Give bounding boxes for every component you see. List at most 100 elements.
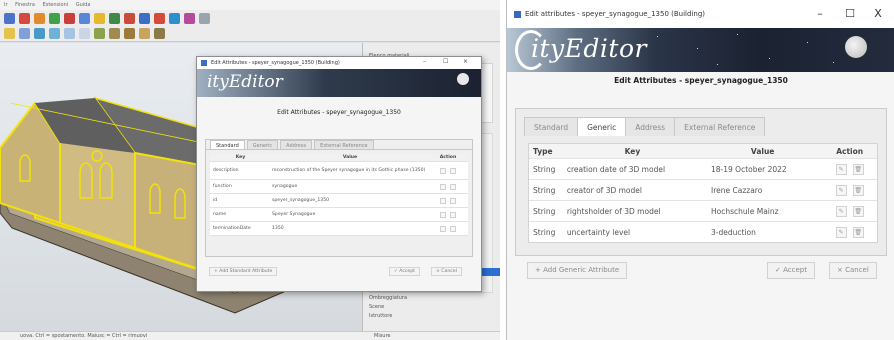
table-row[interactable]: String creation date of 3D model 18-19 O… [529,158,877,179]
hidden-line-icon[interactable] [124,28,135,39]
close-button[interactable]: X [871,7,885,20]
cancel-button[interactable]: × Cancel [431,267,462,276]
table-row[interactable]: id speyer_synagogue_1350 [210,194,468,208]
edit-icon[interactable]: ✎ [835,163,847,175]
row-actions [428,197,468,204]
table-row[interactable]: String rightsholder of 3D model Hochschu… [529,200,877,221]
delete-icon[interactable] [450,183,456,190]
tab-address[interactable]: Address [280,140,313,149]
wireframe-icon[interactable] [109,28,120,39]
left-view-icon[interactable] [79,28,90,39]
select-tool-icon[interactable] [4,12,15,24]
delete-icon[interactable] [450,225,456,232]
edit-icon[interactable] [440,183,446,190]
minimize-button[interactable]: – [813,7,827,20]
tab-external-reference[interactable]: External Reference [674,117,766,136]
row-key: function [213,184,232,189]
orbit-tool-icon[interactable] [169,12,180,24]
maximize-button[interactable]: ☐ [443,58,448,65]
edit-icon[interactable] [440,167,446,174]
tray-item-scenes[interactable]: Scene [369,304,384,311]
scale-tool-icon[interactable] [124,12,135,24]
row-key: uncertainty level [566,227,631,237]
edit-icon[interactable] [440,225,446,232]
menu-item-ir[interactable]: Ir [4,2,8,8]
front-view-icon[interactable] [34,28,45,39]
tape-tool-icon[interactable] [154,12,165,24]
column-key: Key [624,146,641,156]
delete-icon[interactable] [450,167,456,174]
close-button[interactable]: × [463,58,468,65]
move-tool-icon[interactable] [94,12,105,24]
table-header: Type Key Value Action [529,144,877,158]
top-view-icon[interactable] [19,28,30,39]
accept-button[interactable]: ✓ Accept [767,262,815,279]
right-view-icon[interactable] [49,28,60,39]
edit-icon[interactable] [440,197,446,204]
eraser-tool-icon[interactable] [19,12,30,24]
tab-external-reference[interactable]: External Reference [314,140,374,149]
table-row[interactable]: description reconstruction of the Speyer… [210,162,468,180]
menu-bar: Ir Finestra Estensioni Guida [0,0,500,10]
minimize-button[interactable]: – [423,58,426,65]
row-key: terminationDate [213,226,251,231]
add-generic-attribute-button[interactable]: + Add Generic Attribute [527,262,628,279]
extension-icon[interactable] [199,12,210,24]
app-icon [201,60,207,66]
table-row[interactable]: String creator of 3D model Irene Cazzaro… [529,179,877,200]
table-row[interactable]: name Speyer Synagogue [210,208,468,222]
tab-standard[interactable]: Standard [524,117,579,136]
edit-icon[interactable] [440,211,446,218]
accept-button[interactable]: ✓ Accept [389,267,420,276]
delete-icon[interactable]: 🗑 [852,226,864,238]
delete-icon[interactable]: 🗑 [852,184,864,196]
delete-icon[interactable] [450,211,456,218]
row-actions: ✎ 🗑 [822,184,877,196]
back-view-icon[interactable] [64,28,75,39]
rectangle-tool-icon[interactable] [64,12,75,24]
cancel-button[interactable]: × Cancel [829,262,877,279]
iso-view-icon[interactable] [4,28,15,39]
table-row[interactable]: terminationDate 1350 [210,222,468,236]
menu-item-guida[interactable]: Guida [76,2,91,8]
window-title: Edit attributes - speyer_synagogue_1350 … [525,10,705,18]
table-row[interactable]: String uncertainty level 3-deduction ✎ 🗑 [529,221,877,242]
shaded-icon[interactable] [139,28,150,39]
tray-item-instructor[interactable]: Istruttore [369,313,392,320]
row-value: synagogue [272,184,298,189]
edit-icon[interactable]: ✎ [835,205,847,217]
delete-icon[interactable] [450,197,456,204]
tray-item-shadows[interactable]: Ombreggiatura [369,295,407,302]
edit-icon[interactable]: ✎ [835,184,847,196]
tab-generic[interactable]: Generic [246,140,279,149]
small-attributes-panel: Standard Generic Address External Refere… [205,139,473,257]
pushpull-tool-icon[interactable] [79,12,90,24]
table-row[interactable]: function synagogue [210,180,468,194]
paint-tool-icon[interactable] [34,12,45,24]
menu-item-finestra[interactable]: Finestra [15,2,35,8]
maximize-button[interactable]: ☐ [843,7,857,20]
column-type: Type [533,146,553,156]
menu-item-estensioni[interactable]: Estensioni [43,2,69,8]
small-attributes-table: Key Value Action description reconstruct… [210,154,468,236]
delete-icon[interactable]: 🗑 [852,163,864,175]
textured-icon[interactable] [154,28,165,39]
xray-icon[interactable] [94,28,105,39]
tab-address[interactable]: Address [625,117,676,136]
offset-tool-icon[interactable] [139,12,150,24]
row-actions: ✎ 🗑 [822,205,877,217]
tab-generic[interactable]: Generic [577,117,627,136]
edit-icon[interactable]: ✎ [835,226,847,238]
window-titlebar[interactable]: Edit attributes - speyer_synagogue_1350 … [507,0,894,28]
add-standard-attribute-button[interactable]: + Add Standard Attribute [209,267,278,276]
tab-standard[interactable]: Standard [210,140,245,149]
pan-tool-icon[interactable] [184,12,195,24]
row-actions [428,211,468,218]
line-tool-icon[interactable] [49,12,60,24]
app-icon [514,11,521,18]
small-dialog-titlebar[interactable]: Edit Attributes - speyer_synagogue_1350 … [197,57,481,69]
rotate-tool-icon[interactable] [109,12,120,24]
small-dialog-title: Edit Attributes - speyer_synagogue_1350 … [211,60,340,66]
delete-icon[interactable]: 🗑 [852,205,864,217]
row-key: id [213,198,218,203]
